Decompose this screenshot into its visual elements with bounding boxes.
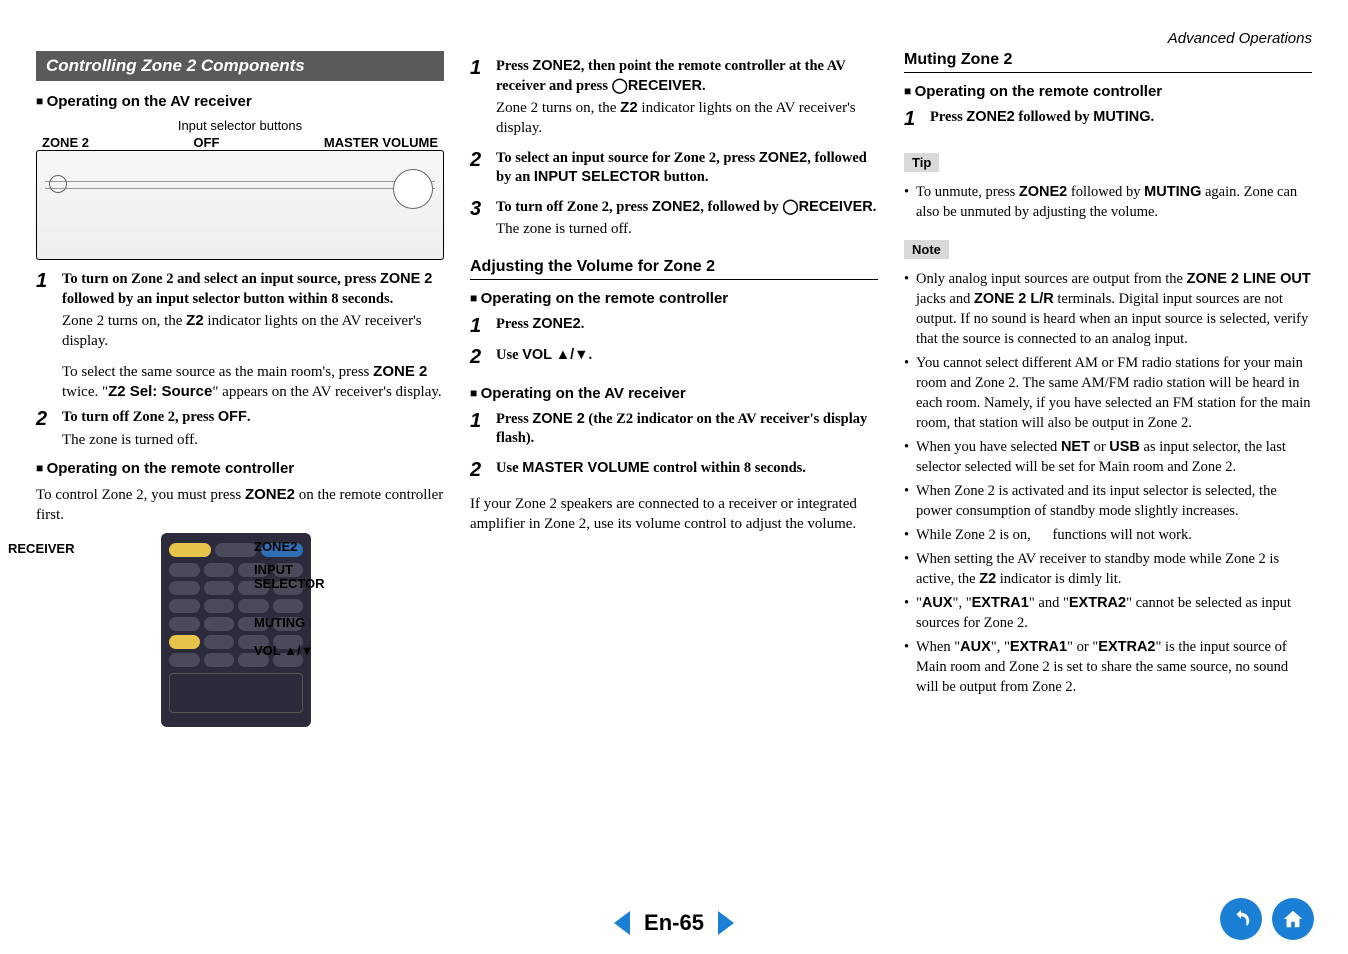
column-3: Muting Zone 2 Operating on the remote co… — [904, 51, 1312, 727]
step-lead: To turn on Zone 2 and select an input so… — [62, 270, 444, 309]
back-button[interactable] — [1220, 898, 1262, 940]
callout-vol: VOL ▲/▼ — [254, 643, 313, 658]
tip-list: To unmute, press ZONE2 followed by MUTIN… — [904, 182, 1312, 222]
paragraph-same-source: To select the same source as the main ro… — [62, 362, 444, 403]
av-receiver-illustration — [36, 150, 444, 260]
step-number: 1 — [470, 57, 496, 139]
tip-badge: Tip — [904, 153, 939, 172]
column-2: 1 Press ZONE2, then point the remote con… — [470, 51, 878, 727]
note-item: Only analog input sources are output fro… — [904, 269, 1312, 349]
callout-receiver: RECEIVER — [8, 541, 74, 556]
note-item: When "AUX", "EXTRA1" or "EXTRA2" is the … — [904, 637, 1312, 697]
note-item: "AUX", "EXTRA1" and "EXTRA2" cannot be s… — [904, 593, 1312, 633]
step-lead: Press ZONE 2 (the Z2 indicator on the AV… — [496, 410, 878, 449]
step-lead: Press ZONE2. — [496, 315, 878, 335]
note-item: While Zone 2 is on, functions will not w… — [904, 525, 1312, 545]
next-page-icon[interactable] — [718, 911, 734, 935]
step-number: 2 — [36, 408, 62, 450]
step-lead: To select an input source for Zone 2, pr… — [496, 149, 878, 188]
note-list: Only analog input sources are output fro… — [904, 269, 1312, 697]
av-receiver-diagram: Input selector buttons ZONE 2 OFF MASTER… — [36, 118, 444, 260]
note-item: You cannot select different AM or FM rad… — [904, 353, 1312, 433]
subheading-remote-vol: Operating on the remote controller — [470, 290, 878, 307]
page-number: En-65 — [644, 910, 704, 936]
steps-av-off: 2 To turn off Zone 2, press OFF. The zon… — [36, 408, 444, 450]
subheading-remote: Operating on the remote controller — [36, 460, 444, 477]
section-title-adjust-volume: Adjusting the Volume for Zone 2 — [470, 258, 878, 280]
remote-controller-diagram: RECEIVER ZONE2 INPUTSELECTOR MUTING VOL … — [86, 533, 386, 727]
step-number: 2 — [470, 459, 496, 480]
step-number: 1 — [470, 315, 496, 336]
breadcrumb: Advanced Operations — [36, 30, 1312, 47]
tip-item: To unmute, press ZONE2 followed by MUTIN… — [904, 182, 1312, 222]
home-button[interactable] — [1272, 898, 1314, 940]
diagram-label-master-volume: MASTER VOLUME — [324, 135, 438, 150]
subheading-muting-remote: Operating on the remote controller — [904, 83, 1312, 100]
note-item: When Zone 2 is activated and its input s… — [904, 481, 1312, 521]
diagram-label-off: OFF — [193, 135, 219, 150]
subheading-av-vol: Operating on the AV receiver — [470, 385, 878, 402]
subheading-av-receiver: Operating on the AV receiver — [36, 93, 444, 110]
prev-page-icon[interactable] — [614, 911, 630, 935]
steps-remote-vol: 1 Press ZONE2. 2 Use VOL ▲/▼. — [470, 315, 878, 367]
note-badge: Note — [904, 240, 949, 259]
step-lead: To turn off Zone 2, press OFF. — [62, 408, 444, 428]
step-number: 2 — [470, 149, 496, 188]
step-lead: Press ZONE2, then point the remote contr… — [496, 57, 878, 96]
step-lead: Press ZONE2 followed by MUTING. — [930, 108, 1312, 128]
paragraph-external-amp: If your Zone 2 speakers are connected to… — [470, 494, 878, 535]
step-body: Zone 2 turns on, the Z2 indicator lights… — [496, 98, 878, 139]
step-number: 1 — [470, 410, 496, 449]
callout-zone2: ZONE2 — [254, 539, 297, 554]
page-footer: En-65 — [0, 910, 1348, 936]
diagram-label-top: Input selector buttons — [36, 118, 444, 133]
step-lead: To turn off Zone 2, press ZONE2, followe… — [496, 198, 878, 218]
step-lead: Use MASTER VOLUME control within 8 secon… — [496, 459, 878, 479]
paragraph-remote-intro: To control Zone 2, you must press ZONE2 … — [36, 485, 444, 526]
section-title-muting: Muting Zone 2 — [904, 51, 1312, 73]
section-bar: Controlling Zone 2 Components — [36, 51, 444, 81]
step-body: Zone 2 turns on, the Z2 indicator lights… — [62, 311, 444, 352]
step-number: 3 — [470, 198, 496, 240]
note-item: When you have selected NET or USB as inp… — [904, 437, 1312, 477]
undo-icon — [1230, 908, 1252, 930]
steps-av-on: 1 To turn on Zone 2 and select an input … — [36, 270, 444, 352]
callout-muting: MUTING — [254, 615, 305, 630]
diagram-label-zone2: ZONE 2 — [42, 135, 89, 150]
step-body: The zone is turned off. — [496, 219, 878, 239]
note-item: When setting the AV receiver to standby … — [904, 549, 1312, 589]
step-lead: Use VOL ▲/▼. — [496, 346, 878, 366]
steps-muting: 1 Press ZONE2 followed by MUTING. — [904, 108, 1312, 129]
callout-input-selector: INPUTSELECTOR — [254, 563, 325, 590]
steps-av-vol: 1 Press ZONE 2 (the Z2 indicator on the … — [470, 410, 878, 480]
steps-remote-main: 1 Press ZONE2, then point the remote con… — [470, 57, 878, 240]
step-number: 1 — [904, 108, 930, 129]
step-body: The zone is turned off. — [62, 430, 444, 450]
step-number: 1 — [36, 270, 62, 352]
column-1: Controlling Zone 2 Components Operating … — [36, 51, 444, 727]
home-icon — [1282, 908, 1304, 930]
step-number: 2 — [470, 346, 496, 367]
